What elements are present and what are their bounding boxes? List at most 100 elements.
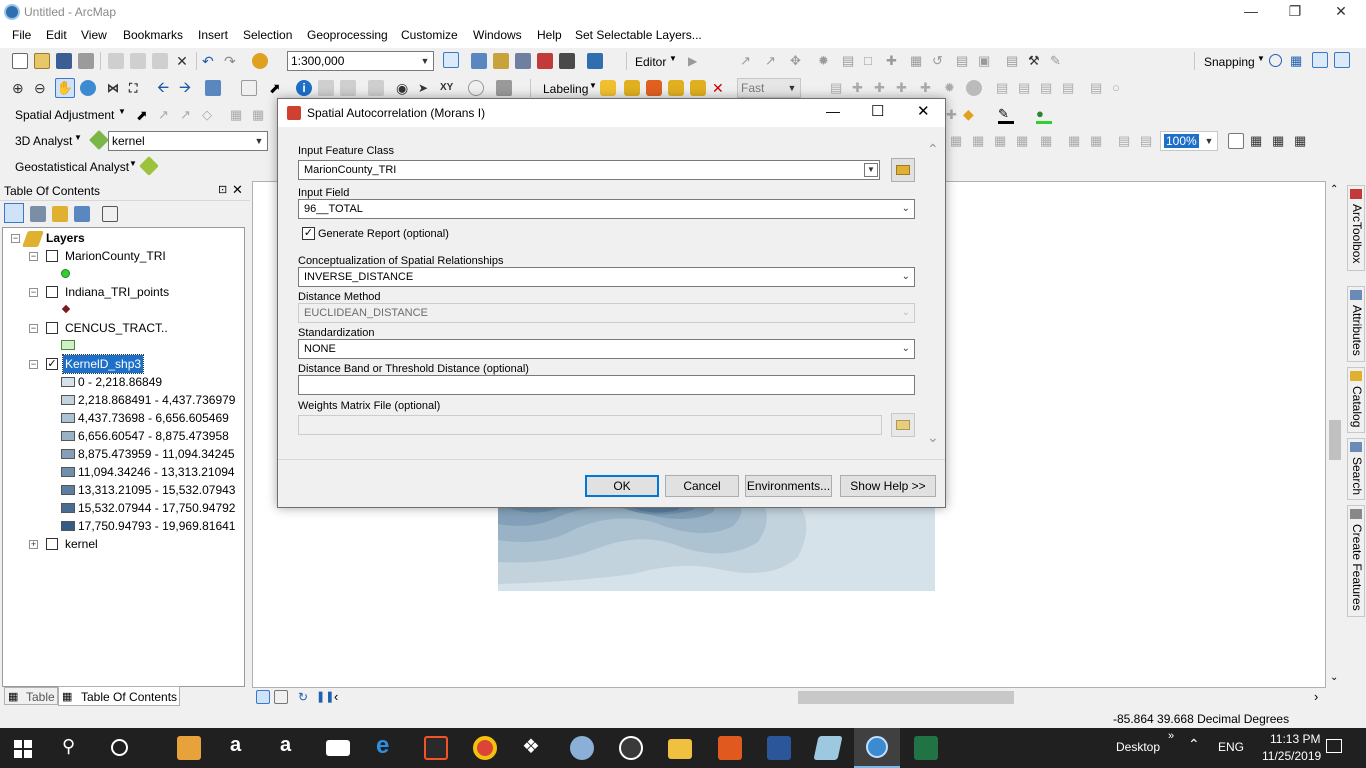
identify-icon[interactable]: i [296,80,312,96]
limited-adjustment-icon[interactable]: ▦ [252,107,268,123]
clock-time[interactable]: 11:13 PM [1270,732,1320,746]
map-scale-combo[interactable]: 1:300,000 ▼ [287,51,434,71]
tab-table[interactable]: ▦ Table [4,687,58,705]
focus-data-frame-icon[interactable]: ▦ [1250,133,1266,149]
cortana-icon[interactable] [111,739,128,756]
amazon-icon[interactable]: a [230,734,241,757]
clock-date[interactable]: 11/25/2019 [1262,749,1321,763]
draw-mode-combo[interactable]: Fast ▼ [737,78,801,98]
expand-icon[interactable]: + [29,540,38,549]
create-features-icon[interactable]: ▦ [910,53,926,69]
error-inspector-icon[interactable]: ✎ [1050,53,1066,69]
hammer-icon[interactable]: ⚒ [1028,53,1044,69]
layout-tool6-icon[interactable]: ▦ [1068,133,1084,149]
open-folder-icon[interactable] [34,53,50,69]
python-window-icon[interactable] [559,53,575,69]
weights-matrix-input[interactable] [298,415,882,435]
class-label[interactable]: 6,656.60547 - 8,875.473958 [78,427,229,445]
layout-view-icon[interactable] [274,690,288,704]
georef-tool2-icon[interactable]: ▤ [996,80,1012,96]
toggle-draft-mode-icon[interactable] [1228,133,1244,149]
search-window-icon[interactable] [515,53,531,69]
georef-tool5-icon[interactable]: ▤ [1062,80,1078,96]
class-label[interactable]: 15,532.07944 - 17,750.94792 [78,499,235,517]
input-field-select[interactable]: 96__TOTAL ⌄ [298,199,915,219]
close-icon[interactable]: ✕ [232,182,243,198]
reshape-icon[interactable]: ↗ [765,53,781,69]
line-color-icon[interactable]: ✎ [998,106,1014,122]
menu-set-selectable-layers[interactable]: Set Selectable Layers... [575,28,702,42]
print-icon[interactable] [78,53,94,69]
layout-tool9-icon[interactable]: ▤ [1140,133,1156,149]
georef-tool-icon[interactable]: ▤ [830,80,846,96]
menu-edit[interactable]: Edit [46,28,67,42]
menu-customize[interactable]: Customize [401,28,458,42]
point-snapping-icon[interactable] [1269,54,1282,67]
collapse-icon[interactable]: − [29,252,38,261]
data-view-icon[interactable] [256,690,270,704]
list-by-drawing-order-icon[interactable] [4,203,24,223]
show-help-button[interactable]: Show Help >> [840,475,936,497]
show-hidden-icons-icon[interactable]: ⌃ [1188,736,1200,753]
delete-icon[interactable]: ✕ [174,53,190,69]
scroll-right-icon[interactable]: › [1314,689,1318,704]
html-popup-icon[interactable] [318,80,334,96]
attributes-icon[interactable]: □ [864,53,880,69]
amazon-assistant-icon[interactable]: a [280,734,291,757]
list-by-source-icon[interactable] [30,206,46,222]
select-elements-icon[interactable]: ⬈ [269,80,285,96]
marker-color-icon[interactable]: ● [1036,106,1052,122]
menu-view[interactable]: View [81,28,107,42]
change-layout-icon[interactable]: ▦ [1272,133,1288,149]
menu-geoprocessing[interactable]: Geoprocessing [307,28,388,42]
layer-indiana-tri-points[interactable]: Indiana_TRI_points [65,283,169,301]
create-viewer-icon[interactable] [496,80,512,96]
copy-icon[interactable] [130,53,146,69]
new-document-icon[interactable] [12,53,28,69]
list-by-visibility-icon[interactable] [52,206,68,222]
class-label[interactable]: 13,313.21095 - 15,532.07943 [78,481,235,499]
split-icon[interactable]: ✥ [790,53,806,69]
media-player-icon[interactable] [177,736,201,760]
mail-icon[interactable] [326,740,350,756]
language-indicator[interactable]: ENG [1218,740,1244,754]
georef-globe-icon[interactable] [966,80,982,96]
chevron-down-icon[interactable]: ⌄ [927,429,939,446]
select-features-icon[interactable] [205,80,221,96]
ok-button[interactable]: OK [585,475,659,497]
chrome-icon[interactable] [473,736,497,760]
chevron-up-icon[interactable]: ⌃ [927,141,939,158]
horizontal-scrollbar-thumb[interactable] [798,691,1014,704]
undo-icon[interactable]: ↶ [202,53,218,69]
cut-polygons-icon[interactable]: ▤ [842,53,858,69]
zoom-in-icon[interactable]: ⊕ [12,80,28,96]
find-route-icon[interactable]: ➤ [418,80,434,96]
add-data-icon[interactable] [252,53,268,69]
scrollbar-thumb[interactable] [1329,420,1341,460]
dropbox-icon[interactable]: ❖ [522,734,540,759]
view-unplaced-labels-icon[interactable] [668,80,684,96]
3d-analyst-layer-combo[interactable]: kernel ▼ [108,131,268,151]
snapping-menu[interactable]: Snapping [1204,55,1255,69]
editor-toolbar-icon[interactable] [443,52,459,68]
back-arrow-icon[interactable]: 🡨 [157,80,173,96]
pin-icon[interactable]: ⊡ [218,183,227,196]
pause-drawing-icon[interactable]: ❚❚ [316,690,334,703]
browse-feature-class-button[interactable] [891,158,915,182]
remove-labels-icon[interactable]: ✕ [712,80,728,96]
layout-tool3-icon[interactable]: ▦ [994,133,1010,149]
zoom-out-icon[interactable]: ⊖ [34,80,50,96]
dialog-maximize-icon[interactable]: ☐ [871,102,884,120]
paste-icon[interactable] [152,53,168,69]
class-label[interactable]: 4,437.73698 - 6,656.605469 [78,409,229,427]
layer-checkbox-cencus[interactable] [46,322,58,334]
save-icon[interactable] [56,53,72,69]
map-vertical-scrollbar[interactable]: ⌃ ⌄ [1326,182,1344,687]
full-extent-icon[interactable] [80,80,96,96]
menu-windows[interactable]: Windows [473,28,522,42]
georef-tool6-icon[interactable]: ▤ [1090,80,1106,96]
menu-selection[interactable]: Selection [243,28,292,42]
topology-icon[interactable]: ▤ [956,53,972,69]
editor-menu[interactable]: Editor [635,55,666,69]
cancel-button[interactable]: Cancel [665,475,739,497]
